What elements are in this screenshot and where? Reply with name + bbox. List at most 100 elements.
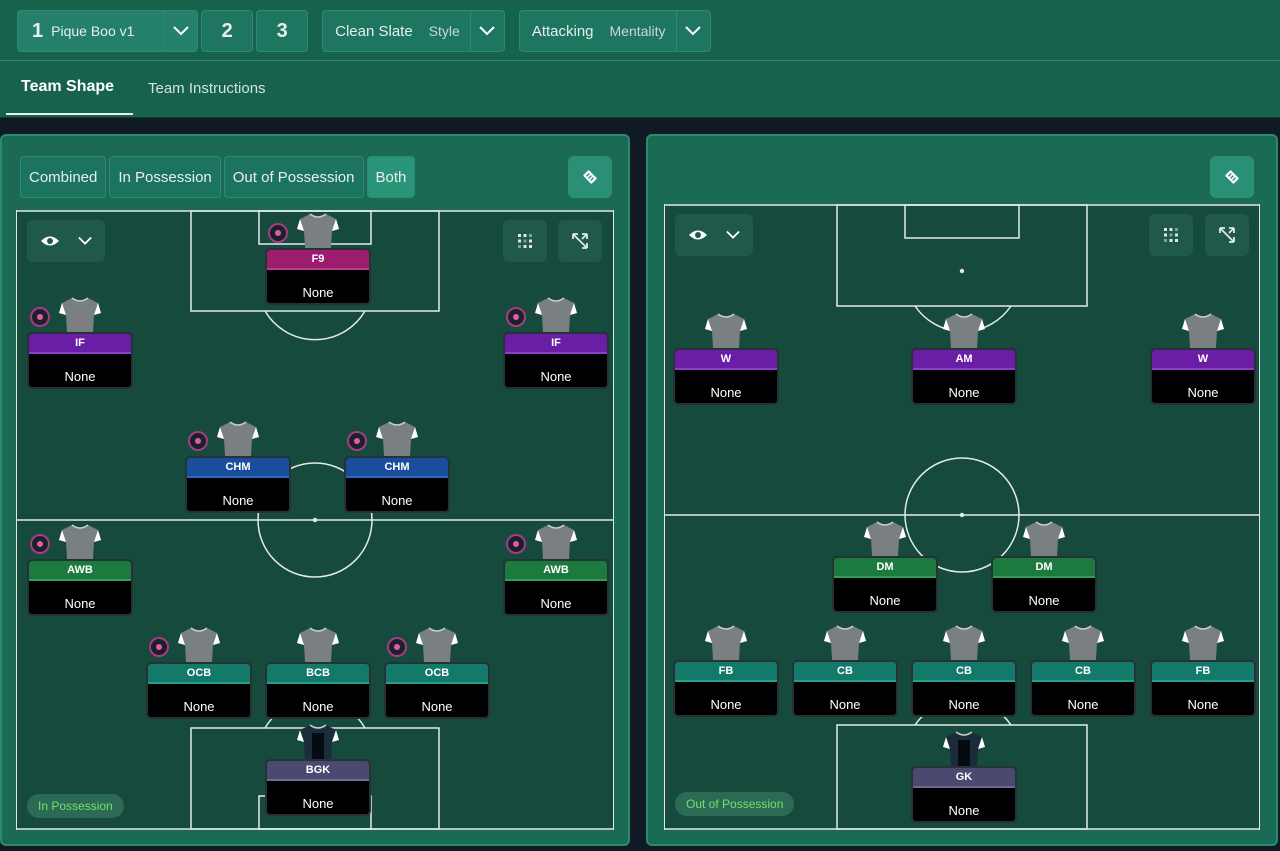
chevron-down-icon[interactable] <box>675 11 710 51</box>
tactic-swap-button[interactable] <box>1210 156 1254 198</box>
role-card[interactable]: CB None <box>792 660 898 717</box>
tactic-slot-2-button[interactable]: 2 <box>201 10 254 52</box>
player-card-ocb[interactable]: OCB None <box>146 626 252 722</box>
role-card[interactable]: IF None <box>27 332 133 389</box>
role-card[interactable]: GK None <box>911 766 1017 823</box>
tab-team-instructions[interactable]: Team Instructions <box>148 61 266 115</box>
role-card[interactable]: DM None <box>991 556 1097 613</box>
role-card[interactable]: OCB None <box>146 662 252 719</box>
out-of-possession-panel: Out of Possession W None AM None W None DM None… <box>646 134 1278 846</box>
player-instruction-icon[interactable] <box>30 534 50 554</box>
player-card-fb[interactable]: FB None <box>673 624 779 720</box>
player-card-awb[interactable]: AWB None <box>503 523 609 619</box>
player-name: None <box>1067 697 1099 712</box>
role-card[interactable]: CB None <box>1030 660 1136 717</box>
player-card-if[interactable]: IF None <box>27 296 133 392</box>
player-instruction-icon[interactable] <box>268 223 288 243</box>
role-card[interactable]: AM None <box>911 348 1017 405</box>
style-dropdown[interactable]: Clean Slate Style <box>322 10 505 52</box>
segment-both[interactable]: Both <box>366 156 416 198</box>
player-instruction-icon[interactable] <box>149 637 169 657</box>
expand-button[interactable] <box>558 220 602 262</box>
role-label: DM <box>834 558 936 578</box>
shirt-icon <box>178 627 220 662</box>
mentality-dropdown[interactable]: Attacking Mentality <box>518 10 711 52</box>
chevron-down-icon[interactable] <box>163 11 197 51</box>
role-label: IF <box>505 334 607 354</box>
player-instruction-icon[interactable] <box>188 431 208 451</box>
view-options-button[interactable] <box>27 220 105 262</box>
player-instruction-icon[interactable] <box>387 637 407 657</box>
role-card[interactable]: W None <box>673 348 779 405</box>
player-card-w[interactable]: W None <box>673 312 779 408</box>
player-name: None <box>1028 593 1060 608</box>
player-card-bgk[interactable]: BGK None <box>265 723 371 819</box>
chevron-down-icon[interactable] <box>469 11 504 51</box>
role-card[interactable]: FB None <box>1150 660 1256 717</box>
role-label: AM <box>913 350 1015 370</box>
grid-toggle-button[interactable] <box>503 220 547 262</box>
player-card-f9[interactable]: F9 None <box>265 212 371 308</box>
phase-label: In Possession <box>27 794 124 818</box>
player-card-w[interactable]: W None <box>1150 312 1256 408</box>
role-card[interactable]: OCB None <box>384 662 490 719</box>
player-instruction-icon[interactable] <box>347 431 367 451</box>
role-card[interactable]: IF None <box>503 332 609 389</box>
role-card[interactable]: W None <box>1150 348 1256 405</box>
player-card-awb[interactable]: AWB None <box>27 523 133 619</box>
player-name: None <box>183 699 215 714</box>
role-card[interactable]: CHM None <box>185 456 291 513</box>
role-label: F9 <box>267 250 369 270</box>
tactics-header: 1 Pique Boo v1 2 3 Clean Slate Style Att… <box>0 0 1280 118</box>
player-card-am[interactable]: AM None <box>911 312 1017 408</box>
shirt-icon <box>416 627 458 662</box>
shirt-icon <box>1022 520 1066 558</box>
player-card-fb[interactable]: FB None <box>1150 624 1256 720</box>
shirt-icon <box>59 524 101 559</box>
tab-team-shape[interactable]: Team Shape <box>6 61 133 115</box>
role-card[interactable]: F9 None <box>265 248 371 305</box>
style-value: Clean Slate <box>335 22 413 40</box>
player-card-bcb[interactable]: BCB None <box>265 626 371 722</box>
shirt-icon <box>863 520 907 558</box>
role-card[interactable]: BGK None <box>265 759 371 816</box>
tactic-swap-button[interactable] <box>568 156 612 198</box>
shirt-icon <box>216 420 260 458</box>
role-card[interactable]: BCB None <box>265 662 371 719</box>
player-card-chm[interactable]: CHM None <box>344 420 450 516</box>
player-name: None <box>64 369 96 384</box>
role-card[interactable]: FB None <box>673 660 779 717</box>
segment-in-possession[interactable]: In Possession <box>109 156 221 198</box>
shirt-icon <box>376 421 418 456</box>
role-label: AWB <box>505 561 607 581</box>
player-instruction-icon[interactable] <box>506 307 526 327</box>
player-card-dm[interactable]: DM None <box>991 520 1097 616</box>
view-options-button[interactable] <box>675 214 753 256</box>
player-card-cb[interactable]: CB None <box>1030 624 1136 720</box>
shirt-icon <box>943 625 985 660</box>
segment-out-of-possession[interactable]: Out of Possession <box>223 156 364 198</box>
tactic-slot-1-button[interactable]: 1 Pique Boo v1 <box>17 10 199 52</box>
shirt-icon <box>177 626 221 664</box>
player-card-ocb[interactable]: OCB None <box>384 626 490 722</box>
role-card[interactable]: CHM None <box>344 456 450 513</box>
player-card-if[interactable]: IF None <box>503 296 609 392</box>
role-card[interactable]: DM None <box>832 556 938 613</box>
player-card-chm[interactable]: CHM None <box>185 420 291 516</box>
tactic-slot-3-button[interactable]: 3 <box>256 10 309 52</box>
player-card-cb[interactable]: CB None <box>911 624 1017 720</box>
player-instruction-icon[interactable] <box>30 307 50 327</box>
role-card[interactable]: AWB None <box>503 559 609 616</box>
role-label: W <box>675 350 777 370</box>
expand-button[interactable] <box>1205 214 1249 256</box>
grid-toggle-button[interactable] <box>1149 214 1193 256</box>
shirt-icon <box>942 730 986 768</box>
shirt-icon <box>534 523 578 561</box>
player-card-gk[interactable]: GK None <box>911 730 1017 826</box>
player-card-dm[interactable]: DM None <box>832 520 938 616</box>
role-card[interactable]: AWB None <box>27 559 133 616</box>
player-instruction-icon[interactable] <box>506 534 526 554</box>
role-card[interactable]: CB None <box>911 660 1017 717</box>
player-card-cb[interactable]: CB None <box>792 624 898 720</box>
segment-combined[interactable]: Combined <box>20 156 107 198</box>
